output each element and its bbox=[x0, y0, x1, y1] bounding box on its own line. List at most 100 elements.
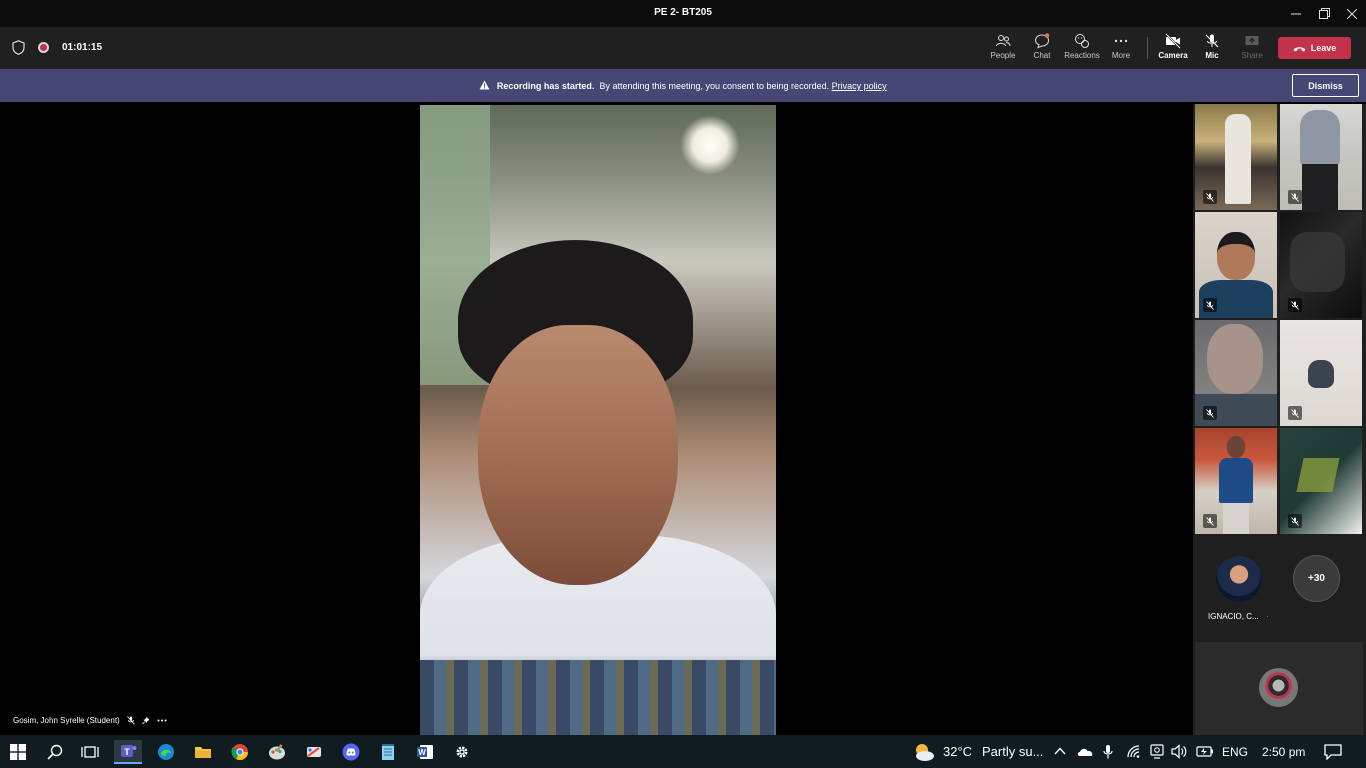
mic-off-icon bbox=[1205, 34, 1219, 48]
discord-icon bbox=[342, 743, 360, 761]
paint-icon bbox=[269, 744, 285, 760]
share-button[interactable]: Share bbox=[1232, 33, 1272, 65]
chrome-icon bbox=[231, 744, 249, 761]
discord-taskbar-button[interactable] bbox=[337, 740, 365, 764]
participant-legs bbox=[1223, 503, 1249, 534]
minimize-icon bbox=[1291, 13, 1301, 14]
camera-button[interactable]: Camera bbox=[1153, 33, 1193, 65]
more-icon bbox=[1114, 39, 1128, 43]
mic-muted-badge bbox=[1203, 406, 1217, 420]
battery-charging-icon[interactable] bbox=[1196, 745, 1214, 758]
participant-tile[interactable] bbox=[1195, 320, 1277, 426]
teams-taskbar-button[interactable]: T bbox=[114, 740, 142, 764]
participant-tile[interactable] bbox=[1195, 212, 1277, 318]
pin-icon[interactable] bbox=[141, 716, 150, 725]
people-label: People bbox=[990, 51, 1016, 60]
microphone-icon[interactable] bbox=[1102, 744, 1114, 760]
paint-taskbar-button[interactable] bbox=[263, 740, 291, 764]
participant-tile[interactable] bbox=[1280, 212, 1362, 318]
restore-icon bbox=[1318, 8, 1330, 19]
mic-muted-icon bbox=[1206, 300, 1214, 310]
restore-button[interactable] bbox=[1310, 0, 1338, 27]
main-speaker-video[interactable] bbox=[420, 105, 776, 735]
more-options-icon[interactable] bbox=[157, 716, 167, 725]
participant-figure bbox=[1300, 110, 1340, 165]
wifi-icon[interactable] bbox=[1126, 744, 1142, 759]
windows-logo-icon bbox=[10, 744, 26, 760]
more-label: More bbox=[1111, 51, 1131, 60]
mic-muted-badge bbox=[1203, 298, 1217, 312]
participant-figure-legs bbox=[1302, 164, 1338, 210]
mic-muted-icon bbox=[1291, 192, 1299, 202]
participant-shirt bbox=[1219, 458, 1253, 503]
word-taskbar-button[interactable]: W bbox=[411, 740, 439, 764]
windows-taskbar: T W 32°C Partly su... ENG 2:50 pm bbox=[0, 735, 1366, 768]
edge-taskbar-button[interactable] bbox=[152, 740, 180, 764]
mic-muted-badge bbox=[1203, 514, 1217, 528]
toolbar-divider bbox=[1147, 37, 1148, 59]
speaker-name-label: Gosim, John Syrelle (Student) bbox=[13, 716, 167, 725]
dismiss-button[interactable]: Dismiss bbox=[1292, 74, 1359, 97]
chevron-up-icon[interactable] bbox=[1054, 747, 1066, 755]
banner-text: By attending this meeting, you consent t… bbox=[599, 81, 830, 91]
participant-tile[interactable] bbox=[1280, 428, 1362, 534]
participant-tile[interactable] bbox=[1195, 428, 1277, 534]
video-person-face bbox=[478, 325, 678, 585]
mic-muted-badge bbox=[1288, 514, 1302, 528]
participant-figure bbox=[1225, 114, 1251, 204]
more-participants-button[interactable]: +30 bbox=[1293, 555, 1340, 602]
onedrive-cloud-icon[interactable] bbox=[1076, 746, 1094, 757]
recording-indicator-icon bbox=[38, 42, 49, 53]
speaker-name: Gosim, John Syrelle (Student) bbox=[13, 716, 120, 725]
mic-muted-icon bbox=[126, 716, 135, 725]
meeting-toolbar: 01:01:15 People Chat Reactions More Came… bbox=[0, 27, 1366, 69]
notepad-taskbar-button[interactable] bbox=[374, 740, 402, 764]
video-light bbox=[680, 115, 740, 175]
mic-muted-icon bbox=[1206, 516, 1214, 526]
hangup-phone-icon bbox=[1293, 46, 1306, 51]
shield-icon bbox=[12, 40, 25, 55]
camera-in-use-icon[interactable] bbox=[1149, 744, 1165, 759]
folder-icon bbox=[195, 747, 211, 758]
chrome-taskbar-button[interactable] bbox=[226, 740, 254, 764]
participant-figure bbox=[1290, 232, 1345, 292]
mic-button[interactable]: Mic bbox=[1192, 33, 1232, 65]
mic-muted-icon bbox=[1291, 300, 1299, 310]
minimize-button[interactable] bbox=[1282, 0, 1310, 27]
participant-tile[interactable] bbox=[1280, 104, 1362, 210]
notification-center-icon[interactable] bbox=[1324, 744, 1342, 760]
shirt-print bbox=[1308, 360, 1334, 388]
participant-tile[interactable] bbox=[1195, 104, 1277, 210]
snip-tool-taskbar-button[interactable] bbox=[300, 740, 328, 764]
banner-title: Recording has started. bbox=[496, 81, 595, 91]
mic-muted-badge bbox=[1203, 190, 1217, 204]
title-bar: PE 2- BT205 bbox=[0, 0, 1366, 27]
avatar-name-label: IGNACIO, C... bbox=[1208, 612, 1268, 621]
search-button[interactable] bbox=[41, 740, 69, 764]
people-button[interactable]: People bbox=[983, 33, 1023, 65]
weather-partly-sunny-icon[interactable] bbox=[912, 741, 936, 763]
file-explorer-button[interactable] bbox=[189, 740, 217, 764]
start-button[interactable] bbox=[4, 740, 32, 764]
close-button[interactable] bbox=[1338, 0, 1366, 27]
chat-icon bbox=[1034, 33, 1050, 49]
camera-off-icon bbox=[1165, 33, 1181, 49]
privacy-policy-link[interactable]: Privacy policy bbox=[832, 81, 887, 91]
volume-icon[interactable] bbox=[1171, 744, 1188, 759]
leave-button[interactable]: Leave bbox=[1278, 37, 1351, 59]
mic-muted-icon bbox=[1291, 516, 1299, 526]
reactions-button[interactable]: Reactions bbox=[1062, 33, 1102, 65]
recording-banner: Recording has started. By attending this… bbox=[0, 69, 1366, 102]
weather-description[interactable]: Partly su... bbox=[982, 744, 1043, 759]
clock[interactable]: 2:50 pm bbox=[1262, 745, 1305, 759]
participant-avatar-tile[interactable]: IGNACIO, C... bbox=[1208, 556, 1268, 621]
input-language[interactable]: ENG bbox=[1222, 745, 1248, 759]
weather-temperature[interactable]: 32°C bbox=[943, 744, 972, 759]
settings-taskbar-button[interactable] bbox=[448, 740, 476, 764]
more-button[interactable]: More bbox=[1101, 33, 1141, 65]
search-icon bbox=[47, 744, 63, 760]
task-view-button[interactable] bbox=[76, 740, 104, 764]
participant-tile[interactable] bbox=[1280, 320, 1362, 426]
chat-button[interactable]: Chat bbox=[1022, 33, 1062, 65]
warning-icon bbox=[479, 80, 490, 90]
